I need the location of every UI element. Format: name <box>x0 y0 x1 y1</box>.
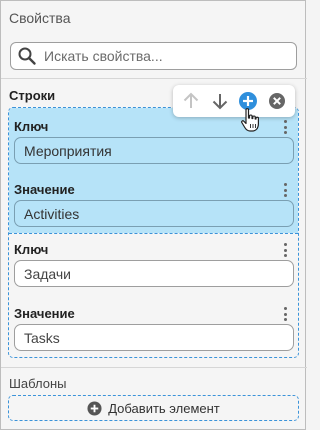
value-label: Значение <box>14 182 75 197</box>
key-field[interactable]: Мероприятия <box>14 137 294 164</box>
add-item-label: Добавить элемент <box>108 400 220 416</box>
rows-list: Ключ Мероприятия Значение Activities Клю… <box>8 107 299 358</box>
rows-section-title: Строки <box>9 88 56 103</box>
key-label: Ключ <box>14 119 49 134</box>
value-field[interactable]: Activities <box>14 200 294 227</box>
key-field[interactable]: Задачи <box>14 260 294 287</box>
arrow-up-icon <box>184 92 199 108</box>
add-circle-icon <box>87 400 102 416</box>
arrow-down-icon <box>212 94 227 110</box>
key-label: Ключ <box>14 242 49 257</box>
remove-item-button[interactable] <box>266 90 288 112</box>
item-action-toolbar <box>173 85 295 117</box>
list-item[interactable]: Ключ Задачи Значение Tasks <box>9 234 298 357</box>
more-options-icon[interactable] <box>280 307 290 321</box>
panel-title: Свойства <box>9 10 71 26</box>
close-circle-icon <box>268 93 285 109</box>
divider <box>1 78 307 79</box>
value-label: Значение <box>14 306 75 321</box>
move-up-button[interactable] <box>180 90 202 112</box>
search-box[interactable] <box>10 42 297 70</box>
more-options-icon[interactable] <box>280 243 290 257</box>
search-icon <box>18 47 36 65</box>
divider <box>1 367 307 368</box>
templates-section-title: Шаблоны <box>9 376 67 391</box>
move-down-button[interactable] <box>209 90 231 112</box>
more-options-icon[interactable] <box>280 120 290 134</box>
search-input[interactable] <box>44 44 284 68</box>
more-options-icon[interactable] <box>280 183 290 197</box>
properties-panel: Свойства Строки Ключ Мероприятия Значени… <box>0 0 307 430</box>
value-field[interactable]: Tasks <box>14 324 294 351</box>
hand-cursor-icon <box>241 108 259 132</box>
add-item-button[interactable]: Добавить элемент <box>8 395 299 421</box>
